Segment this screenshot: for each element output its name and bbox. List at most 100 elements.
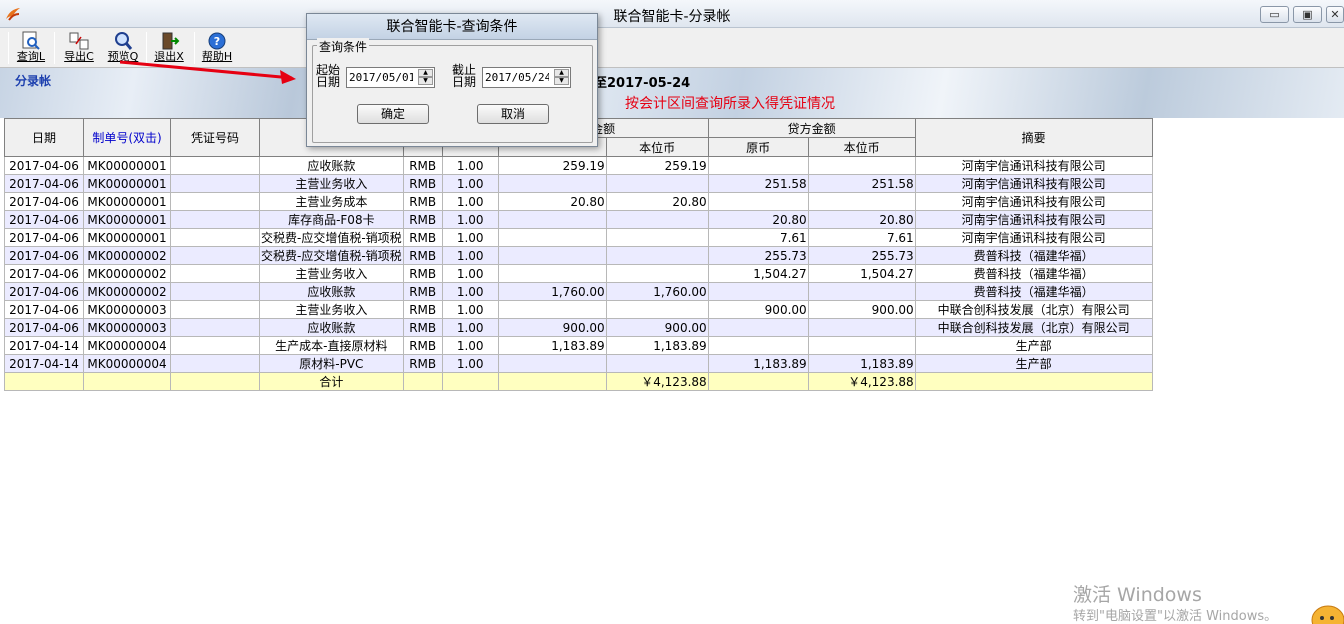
cell-subject: 生产成本-直接原材料	[259, 336, 404, 355]
cell-cert-no	[170, 156, 260, 175]
export-button[interactable]: 导出C	[62, 30, 96, 66]
cell-date: 2017-04-06	[4, 228, 84, 247]
ledger-table-body: 2017-04-06 MK00000001 应收账款 RMB 1.00 259.19 259…	[4, 156, 1153, 391]
cell-voucher-no[interactable]: MK00000003	[83, 318, 171, 337]
cell-voucher-no[interactable]: MK00000001	[83, 228, 171, 247]
cell-debit-base	[605, 354, 709, 373]
cell-debit-orig: 1,183.89	[497, 336, 607, 355]
cell-summary: 河南宇信通讯科技有限公司	[914, 156, 1153, 175]
cell-debit-base	[605, 210, 709, 229]
cell-cert-no	[170, 174, 260, 193]
minimize-button[interactable]: ▭	[1260, 6, 1289, 23]
table-row[interactable]: 2017-04-06 MK00000002 应收账款 RMB 1.00 1,760.00 1…	[4, 282, 1153, 301]
cell-date: 2017-04-14	[4, 336, 84, 355]
cell-voucher-no[interactable]: MK00000002	[83, 282, 171, 301]
total-debit-base: ￥4,123.88	[605, 372, 709, 391]
spin-up-icon[interactable]: ▲	[554, 69, 569, 77]
activation-watermark-title: 激活 Windows	[1073, 584, 1202, 606]
cell-voucher-no[interactable]: MK00000001	[83, 156, 171, 175]
activation-watermark-text: 转到"电脑设置"以激活 Windows。	[1073, 609, 1278, 624]
cell-voucher-no[interactable]: MK00000003	[83, 300, 171, 319]
table-row[interactable]: 2017-04-14 MK00000004 生产成本-直接原材料 RMB 1.00 1,1…	[4, 336, 1153, 355]
end-date-spinner[interactable]: ▲ ▼	[554, 69, 569, 86]
spin-up-icon[interactable]: ▲	[418, 69, 433, 77]
cell-debit-orig: 259.19	[497, 156, 607, 175]
table-row[interactable]: 2017-04-06 MK00000001 库存商品-F08卡 RMB 1.00 20.8…	[4, 210, 1153, 229]
spin-down-icon[interactable]: ▼	[554, 77, 569, 85]
cell-subject: 主营业务收入	[259, 264, 404, 283]
red-arrow-icon	[120, 60, 296, 84]
cell-credit-base	[807, 336, 916, 355]
total-row: 合计 ￥4,123.88 ￥4,123.88	[4, 372, 1153, 391]
cell-debit-base	[605, 228, 709, 247]
start-date-spinner[interactable]: ▲ ▼	[418, 69, 433, 86]
cell-credit-base: 1,183.89	[807, 354, 916, 373]
table-row[interactable]: 2017-04-06 MK00000003 应收账款 RMB 1.00 900.00 900…	[4, 318, 1153, 337]
cell-voucher-no[interactable]: MK00000004	[83, 354, 171, 373]
end-date-picker[interactable]: ▲ ▼	[482, 67, 571, 88]
cell-currency: RMB	[402, 300, 443, 319]
cell-debit-orig	[497, 264, 607, 283]
cell-rate: 1.00	[441, 354, 499, 373]
cell-date: 2017-04-06	[4, 174, 84, 193]
export-icon	[69, 32, 89, 50]
cell-credit-orig	[707, 192, 809, 211]
cell-cert-no	[170, 336, 260, 355]
table-row[interactable]: 2017-04-14 MK00000004 原材料-PVC RMB 1.00 1,183.…	[4, 354, 1153, 373]
table-row[interactable]: 2017-04-06 MK00000001 应收账款 RMB 1.00 259.19 259…	[4, 156, 1153, 175]
start-date-picker[interactable]: ▲ ▼	[346, 67, 435, 88]
cell-summary: 河南宇信通讯科技有限公司	[914, 210, 1153, 229]
report-date-range: 至2017-05-24	[594, 76, 691, 91]
report-title: 分录帐	[15, 74, 52, 88]
cell-summary: 费普科技（福建华福）	[914, 246, 1153, 265]
total-empty-cell	[402, 372, 443, 391]
table-row[interactable]: 2017-04-06 MK00000003 主营业务收入 RMB 1.00 900.00 9…	[4, 300, 1153, 319]
cell-date: 2017-04-06	[4, 300, 84, 319]
cell-date: 2017-04-06	[4, 210, 84, 229]
cell-debit-base	[605, 174, 709, 193]
header-cert-no: 凭证号码	[170, 118, 260, 157]
cell-credit-orig	[707, 282, 809, 301]
cell-cert-no	[170, 354, 260, 373]
cell-voucher-no[interactable]: MK00000002	[83, 246, 171, 265]
spin-down-icon[interactable]: ▼	[418, 77, 433, 85]
cell-voucher-no[interactable]: MK00000004	[83, 336, 171, 355]
table-row[interactable]: 2017-04-06 MK00000002 主营业务收入 RMB 1.00 1,504.2…	[4, 264, 1153, 283]
cell-voucher-no[interactable]: MK00000001	[83, 210, 171, 229]
cell-credit-orig: 7.61	[707, 228, 809, 247]
cell-currency: RMB	[402, 192, 443, 211]
cell-summary: 河南宇信通讯科技有限公司	[914, 228, 1153, 247]
table-row[interactable]: 2017-04-06 MK00000001 交税费-应交增值税-销项税 RMB 1.00…	[4, 228, 1153, 247]
total-empty-cell	[170, 372, 260, 391]
header-voucher-no[interactable]: 制单号(双击)	[83, 118, 171, 157]
close-button[interactable]: ✕	[1326, 6, 1344, 23]
cancel-button[interactable]: 取消	[477, 104, 549, 124]
cell-subject: 应收账款	[259, 156, 404, 175]
end-date-input[interactable]	[483, 68, 549, 87]
cell-currency: RMB	[402, 336, 443, 355]
table-row[interactable]: 2017-04-06 MK00000001 主营业务收入 RMB 1.00 251.58 2…	[4, 174, 1153, 193]
cell-credit-orig	[707, 336, 809, 355]
preview-icon	[115, 32, 133, 50]
table-row[interactable]: 2017-04-06 MK00000002 交税费-应交增值税-销项税 RMB 1.00…	[4, 246, 1153, 265]
maximize-button[interactable]: ▣	[1293, 6, 1322, 23]
cell-rate: 1.00	[441, 210, 499, 229]
cell-credit-orig	[707, 318, 809, 337]
annotation-note: 按会计区间查询所录入得凭证情况	[625, 96, 835, 112]
cell-currency: RMB	[402, 156, 443, 175]
query-dialog: 联合智能卡-查询条件 查询条件 起始日期 ▲ ▼ 截止日期 ▲ ▼ 确定 取消	[306, 13, 598, 147]
cell-debit-orig	[497, 210, 607, 229]
minimize-icon: ▭	[1269, 8, 1280, 21]
start-date-input[interactable]	[347, 68, 413, 87]
cell-credit-orig	[707, 156, 809, 175]
total-empty-cell	[497, 372, 607, 391]
query-button[interactable]: 查询L	[14, 30, 48, 66]
ok-button[interactable]: 确定	[357, 104, 429, 124]
cell-voucher-no[interactable]: MK00000002	[83, 264, 171, 283]
query-label: 查询L	[16, 50, 46, 63]
cell-date: 2017-04-06	[4, 156, 84, 175]
cell-voucher-no[interactable]: MK00000001	[83, 192, 171, 211]
table-row[interactable]: 2017-04-06 MK00000001 主营业务成本 RMB 1.00 20.80 20…	[4, 192, 1153, 211]
cell-voucher-no[interactable]: MK00000001	[83, 174, 171, 193]
cell-subject: 主营业务收入	[259, 300, 404, 319]
